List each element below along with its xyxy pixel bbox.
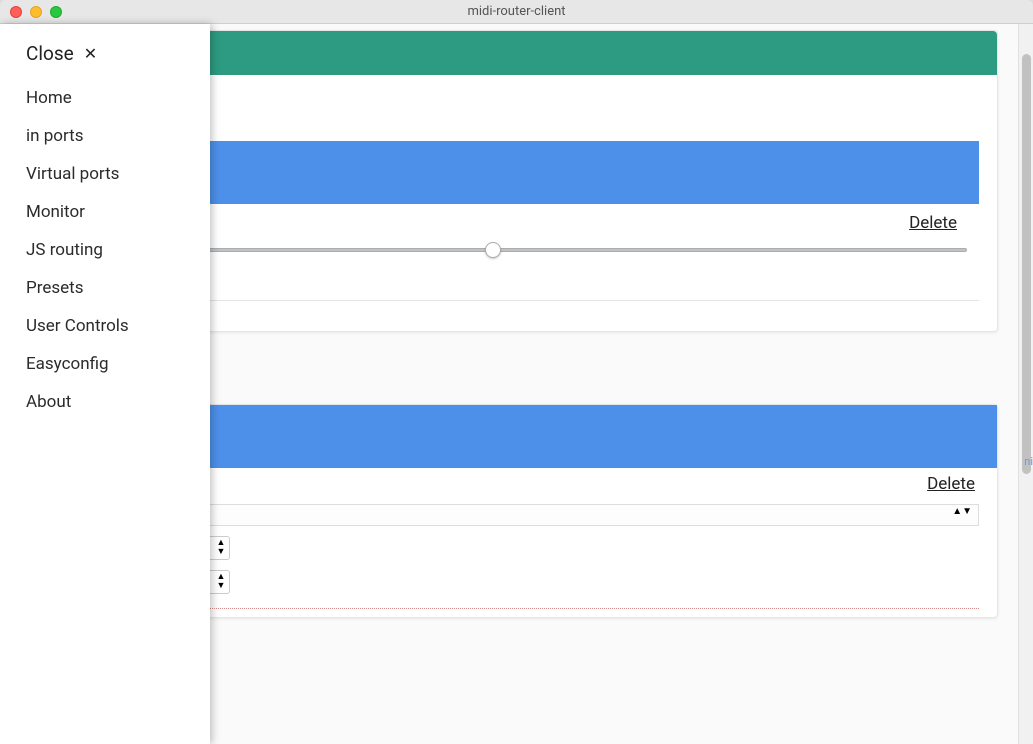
bg-text: ni xyxy=(1018,455,1033,469)
nav-item-user-controls[interactable]: User Controls xyxy=(0,307,210,345)
drawer-close-label: Close xyxy=(26,42,74,65)
window-title: midi-router-client xyxy=(467,4,565,19)
slider-thumb[interactable] xyxy=(485,242,501,258)
nav-item-home[interactable]: Home xyxy=(0,79,210,117)
traffic-lights xyxy=(10,6,62,18)
close-window-button[interactable] xyxy=(10,6,22,18)
scrollbar-thumb[interactable] xyxy=(1022,54,1031,474)
drawer-close-button[interactable]: Close ✕ xyxy=(0,38,210,79)
nav-item-about[interactable]: About xyxy=(0,383,210,421)
app-body: en et un se Su m at os ni xyxy=(0,24,1033,744)
nav-item-js-routing[interactable]: JS routing xyxy=(0,231,210,269)
vertical-scrollbar[interactable]: ni xyxy=(1018,24,1033,744)
route-delete-link[interactable]: Delete xyxy=(927,474,975,494)
nav-item-presets[interactable]: Presets xyxy=(0,269,210,307)
zone-delete-link[interactable]: Delete xyxy=(909,213,957,233)
nav-item-easyconfig[interactable]: Easyconfig xyxy=(0,345,210,383)
app-window: midi-router-client en et un se Su m at o… xyxy=(0,0,1033,744)
titlebar: midi-router-client xyxy=(0,0,1033,24)
minimize-window-button[interactable] xyxy=(30,6,42,18)
maximize-window-button[interactable] xyxy=(50,6,62,18)
close-icon: ✕ xyxy=(84,44,97,63)
nav-drawer: Close ✕ Home in ports Virtual ports Moni… xyxy=(0,24,210,744)
nav-item-in-ports[interactable]: in ports xyxy=(0,117,210,155)
nav-item-virtual-ports[interactable]: Virtual ports xyxy=(0,155,210,193)
nav-item-monitor[interactable]: Monitor xyxy=(0,193,210,231)
